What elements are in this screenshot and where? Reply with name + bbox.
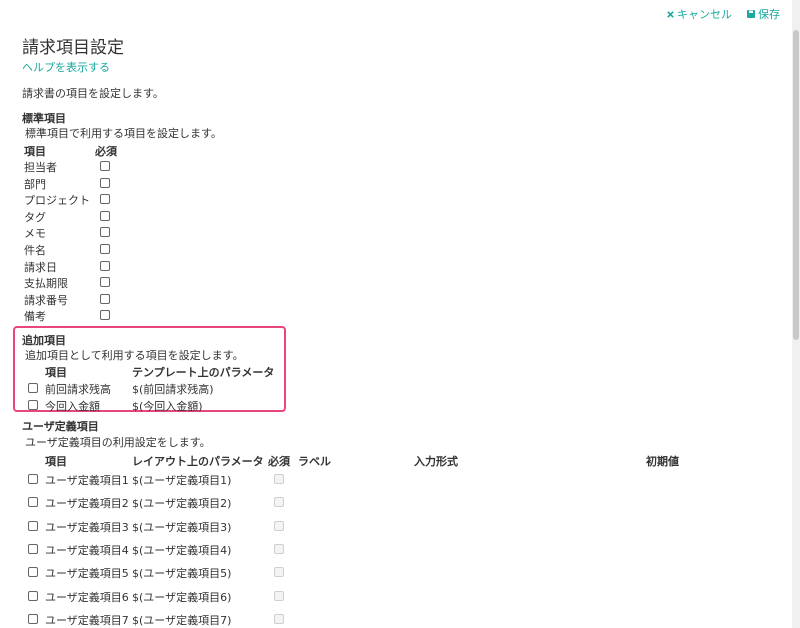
save-label: 保存 — [758, 8, 780, 21]
standard-item-label: 請求番号 — [24, 293, 68, 307]
additional-description: 追加項目として利用する項目を設定します。 — [25, 349, 244, 362]
user-item-checkbox[interactable] — [28, 567, 38, 578]
user-item-checkbox[interactable] — [28, 613, 38, 624]
standard-heading: 標準項目 — [22, 112, 66, 125]
standard-required-checkbox[interactable] — [100, 177, 110, 188]
user-item-param: $(ユーザ定義項目7) — [132, 613, 232, 627]
user-required-checkbox — [274, 567, 284, 578]
additional-item-checkbox[interactable] — [28, 383, 38, 393]
standard-required-checkbox[interactable] — [100, 244, 110, 254]
additional-col-param: テンプレート上のパラメータ — [132, 366, 275, 379]
standard-required-checkbox[interactable] — [100, 277, 110, 288]
user-item-param: $(ユーザ定義項目4) — [132, 543, 232, 557]
user-item-label: ユーザ定義項目3 — [45, 520, 129, 534]
user-col-item: 項目 — [45, 455, 67, 468]
save-button[interactable]: 保存 — [746, 6, 780, 22]
user-item-label: ユーザ定義項目4 — [45, 543, 129, 557]
user-col-default: 初期値 — [646, 455, 679, 468]
standard-item-label: 支払期限 — [24, 277, 68, 291]
cancel-button[interactable]: キャンセル — [666, 6, 732, 22]
standard-required-checkbox[interactable] — [100, 161, 110, 171]
user-item-label: ユーザ定義項目1 — [45, 474, 129, 487]
user-defined-heading: ユーザ定義項目 — [22, 420, 99, 433]
user-item-param: $(ユーザ定義項目1) — [132, 474, 232, 487]
standard-required-checkbox[interactable] — [100, 227, 110, 238]
standard-item-label: 備考 — [24, 310, 46, 324]
additional-item-checkbox[interactable] — [28, 400, 38, 410]
user-col-param: レイアウト上のパラメータ — [132, 455, 264, 468]
help-link[interactable]: ヘルプを表示する — [22, 59, 110, 75]
user-item-checkbox[interactable] — [28, 474, 38, 484]
page-description: 請求書の項目を設定します。 — [22, 87, 164, 100]
user-item-label: ユーザ定義項目7 — [45, 613, 129, 627]
standard-description: 標準項目で利用する項目を設定します。 — [25, 127, 222, 140]
user-item-checkbox[interactable] — [28, 543, 38, 554]
standard-item-label: メモ — [24, 227, 46, 241]
user-item-label: ユーザ定義項目2 — [45, 497, 129, 511]
user-required-checkbox — [274, 543, 284, 554]
standard-col-required: 必須 — [95, 145, 117, 158]
close-icon — [667, 10, 674, 18]
cancel-label: キャンセル — [677, 8, 732, 21]
user-required-checkbox — [274, 474, 284, 484]
user-required-checkbox — [274, 590, 284, 601]
user-required-checkbox — [274, 497, 284, 508]
user-item-param: $(ユーザ定義項目6) — [132, 590, 232, 604]
additional-item-param: $(前回請求残高) — [132, 383, 214, 396]
user-item-checkbox[interactable] — [28, 497, 38, 508]
page-title: 請求項目設定 — [22, 38, 124, 58]
user-col-label: ラベル — [298, 455, 331, 468]
user-item-label: ユーザ定義項目5 — [45, 567, 129, 581]
user-required-checkbox — [274, 613, 284, 624]
standard-col-item: 項目 — [24, 145, 46, 158]
user-item-param: $(ユーザ定義項目3) — [132, 520, 232, 534]
top-actions: キャンセル 保存 — [666, 6, 780, 22]
standard-required-checkbox[interactable] — [100, 310, 110, 321]
standard-required-checkbox[interactable] — [100, 194, 110, 205]
standard-item-label: 請求日 — [24, 260, 57, 274]
additional-heading: 追加項目 — [22, 334, 66, 347]
additional-item-label: 今回入金額 — [45, 400, 100, 413]
standard-required-checkbox[interactable] — [100, 210, 110, 221]
user-col-input: 入力形式 — [414, 455, 458, 468]
scrollbar-thumb[interactable] — [793, 30, 799, 340]
user-item-param: $(ユーザ定義項目5) — [132, 567, 232, 581]
standard-item-label: タグ — [24, 210, 46, 224]
save-icon — [747, 10, 755, 18]
standard-item-label: プロジェクト — [24, 194, 90, 208]
user-item-param: $(ユーザ定義項目2) — [132, 497, 232, 511]
user-col-required: 必須 — [268, 455, 290, 468]
standard-item-label: 件名 — [24, 244, 46, 257]
standard-item-label: 担当者 — [24, 161, 57, 174]
user-item-checkbox[interactable] — [28, 520, 38, 531]
standard-item-label: 部門 — [24, 177, 46, 191]
additional-item-label: 前回請求残高 — [45, 383, 111, 396]
user-item-label: ユーザ定義項目6 — [45, 590, 129, 604]
additional-item-param: $(今回入金額) — [132, 400, 203, 413]
user-required-checkbox — [274, 520, 284, 531]
standard-required-checkbox[interactable] — [100, 260, 110, 271]
user-defined-description: ユーザ定義項目の利用設定をします。 — [25, 436, 211, 449]
user-item-checkbox[interactable] — [28, 590, 38, 601]
standard-required-checkbox[interactable] — [100, 293, 110, 304]
additional-col-item: 項目 — [45, 366, 67, 379]
scrollbar[interactable] — [792, 0, 800, 628]
